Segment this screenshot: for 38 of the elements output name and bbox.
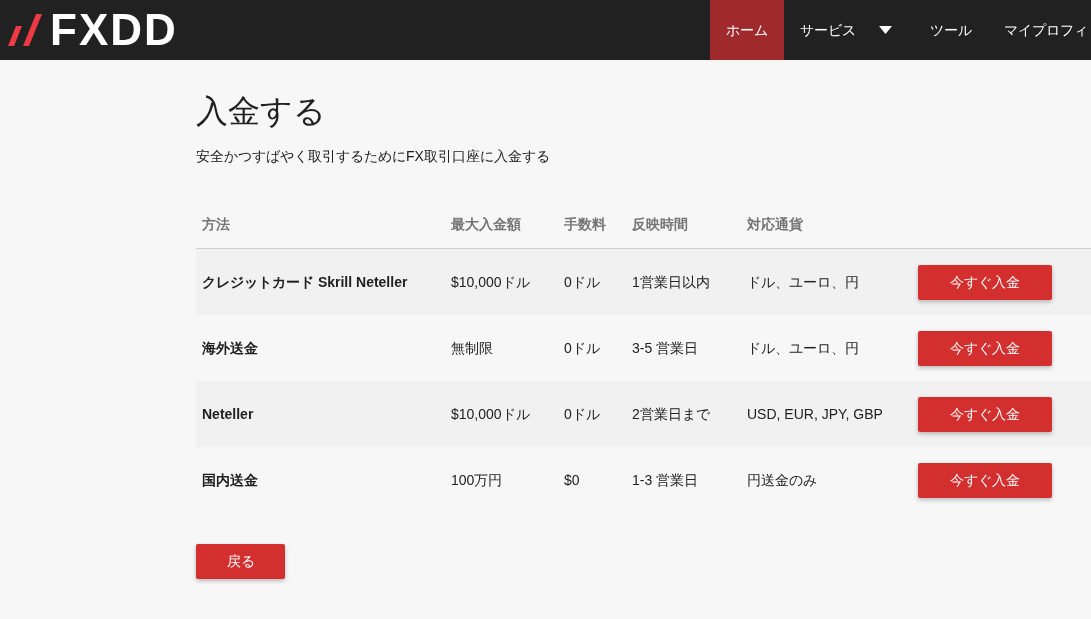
deposit-button[interactable]: 今すぐ入金 <box>918 462 1052 498</box>
column-header: 最大入金額 <box>451 216 521 232</box>
table-cell: 0ドル <box>564 340 600 356</box>
page-subtitle: 安全かつすばやく取引するためにFX取引口座に入金する <box>196 147 551 166</box>
column-header: 方法 <box>202 216 230 232</box>
table-cell: 100万円 <box>451 472 503 488</box>
nav-tab[interactable]: サービス <box>784 0 914 60</box>
table-cell: ドル、ユーロ、円 <box>747 340 859 356</box>
table-cell: 3-5 営業日 <box>632 340 699 356</box>
table-cell: 2営業日まで <box>632 406 710 422</box>
table-cell: 海外送金 <box>202 340 258 356</box>
nav-tab[interactable]: ツール <box>914 0 988 60</box>
table-cell: $10,000ドル <box>451 406 530 422</box>
table-cell: 1-3 営業日 <box>632 472 699 488</box>
table-cell: 0ドル <box>564 406 600 422</box>
column-header: 手数料 <box>564 216 606 232</box>
table-cell: $10,000ドル <box>451 274 530 290</box>
nav-tab[interactable]: マイプロフィ <box>988 0 1088 60</box>
table-cell: 無制限 <box>451 340 493 356</box>
column-header: 対応通貨 <box>747 216 803 232</box>
table-cell: USD, EUR, JPY, GBP <box>747 406 883 422</box>
deposit-button[interactable]: 今すぐ入金 <box>918 330 1052 366</box>
table-cell: クレジットカード Skrill Neteller <box>202 274 408 290</box>
table-cell: 円送金のみ <box>747 472 817 488</box>
table-cell: ドル、ユーロ、円 <box>747 274 859 290</box>
table-cell: 1営業日以内 <box>632 274 710 290</box>
slash-bars-icon <box>8 14 42 46</box>
column-header: 反映時間 <box>632 216 688 232</box>
table-cell: 0ドル <box>564 274 600 290</box>
back-button[interactable]: 戻る <box>196 544 285 579</box>
nav-tab[interactable]: ホーム <box>710 0 784 60</box>
logo-text[interactable]: FXDD <box>50 8 178 52</box>
table-cell: $0 <box>564 472 580 488</box>
table-cell: 国内送金 <box>202 472 258 488</box>
deposit-button[interactable]: 今すぐ入金 <box>918 264 1052 300</box>
table-cell: Neteller <box>202 406 254 422</box>
deposit-button[interactable]: 今すぐ入金 <box>918 396 1052 432</box>
page-title: 入金する <box>196 92 327 131</box>
